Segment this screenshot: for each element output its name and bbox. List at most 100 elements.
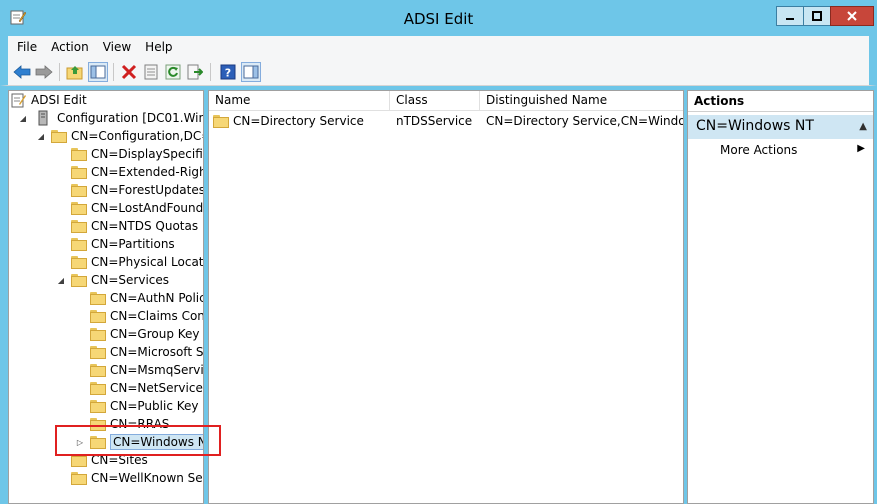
close-icon: [847, 11, 857, 21]
properties-icon: [144, 64, 158, 80]
menu-help[interactable]: Help: [145, 40, 172, 54]
expanded-triangle-icon[interactable]: ◢: [17, 114, 29, 123]
tree-item[interactable]: CN=AuthN Policy: [90, 289, 203, 307]
tree-item-configuration[interactable]: ◢ CN=Configuration,DC=V: [35, 127, 203, 145]
help-button[interactable]: ?: [218, 62, 238, 82]
tree-item[interactable]: CN=WellKnown Secu: [71, 469, 203, 487]
tree-label: CN=DisplaySpecifiers: [91, 147, 203, 161]
folder-icon: [90, 399, 106, 413]
actions-section-label: CN=Windows NT: [696, 118, 814, 134]
tree-item-services[interactable]: ◢ CN=Services: [55, 271, 169, 289]
tree-item[interactable]: CN=MsmqService: [90, 361, 204, 379]
folder-icon: [71, 147, 87, 161]
list-cell-dn: CN=Directory Service,CN=Windows N: [486, 114, 683, 128]
close-button[interactable]: [830, 6, 874, 26]
minimize-button[interactable]: [776, 6, 804, 26]
folder-icon: [71, 273, 87, 287]
svg-text:?: ?: [225, 67, 231, 80]
tree-label: Configuration [DC01.Windo: [57, 111, 203, 125]
submenu-arrow-icon: ▶: [857, 143, 865, 154]
tree-item[interactable]: CN=Partitions: [71, 235, 175, 253]
folder-icon: [71, 219, 87, 233]
folder-icon: [90, 309, 106, 323]
tree-item[interactable]: CN=ForestUpdates: [71, 181, 203, 199]
tree-label: CN=Public Key Se: [110, 399, 203, 413]
tree-item[interactable]: CN=Sites: [71, 451, 148, 469]
tree-item[interactable]: CN=Claims Confi: [90, 307, 204, 325]
console-tree[interactable]: ADSI Edit ◢ Configuration [DC01.Windo ◢ …: [8, 90, 204, 504]
folder-icon: [71, 237, 87, 251]
refresh-button[interactable]: [163, 62, 183, 82]
collapsed-triangle-icon[interactable]: ▷: [74, 438, 86, 447]
list-cell-class: nTDSService: [396, 114, 473, 128]
actions-section-header[interactable]: CN=Windows NT ▲: [688, 115, 873, 139]
server-icon: [38, 110, 48, 126]
more-actions-item[interactable]: More Actions ▶: [688, 141, 873, 161]
actions-header: Actions: [688, 91, 873, 112]
show-hide-console-tree-button[interactable]: [88, 62, 108, 82]
tree-item[interactable]: CN=NetServices: [90, 379, 204, 397]
expanded-triangle-icon[interactable]: ◢: [35, 132, 47, 141]
tree-label: CN=Partitions: [91, 237, 175, 251]
show-hide-action-pane-icon: [243, 65, 259, 79]
tree-item[interactable]: CN=DisplaySpecifiers: [71, 145, 203, 163]
tree-item-root[interactable]: ADSI Edit: [11, 91, 87, 109]
collapse-up-icon[interactable]: ▲: [859, 121, 867, 132]
show-hide-action-pane-button[interactable]: [241, 62, 261, 82]
menu-file[interactable]: File: [17, 40, 37, 54]
tree-label: CN=Microsoft SP: [110, 345, 204, 359]
column-header-name[interactable]: Name: [209, 91, 390, 111]
list-header: Name Class Distinguished Name: [209, 91, 683, 111]
title-bar: ADSI Edit: [0, 0, 877, 36]
adsi-edit-icon: [11, 93, 26, 108]
tree-item[interactable]: CN=NTDS Quotas: [71, 217, 198, 235]
column-header-dn[interactable]: Distinguished Name: [480, 91, 683, 111]
folder-icon: [90, 291, 106, 305]
tree-label: ADSI Edit: [31, 93, 87, 107]
column-header-class[interactable]: Class: [390, 91, 480, 111]
tree-item[interactable]: CN=Microsoft SP: [90, 343, 204, 361]
minimize-icon: [786, 18, 794, 20]
export-list-button[interactable]: [185, 62, 205, 82]
show-hide-tree-icon: [90, 65, 106, 79]
folder-icon: [90, 417, 106, 431]
folder-icon: [213, 114, 229, 128]
tree-label: CN=NetServices: [110, 381, 204, 395]
tree-label: CN=MsmqService: [110, 363, 204, 377]
tree-item[interactable]: CN=Group Key D: [90, 325, 203, 343]
folder-icon: [71, 255, 87, 269]
actions-pane: Actions CN=Windows NT ▲ More Actions ▶: [687, 90, 874, 504]
list-row[interactable]: CN=Directory Service nTDSService CN=Dire…: [209, 111, 683, 131]
tree-label: CN=RRAS: [110, 417, 170, 431]
tree-item[interactable]: CN=RRAS: [90, 415, 169, 433]
tree-label: CN=Claims Confi: [110, 309, 204, 323]
properties-button[interactable]: [141, 62, 161, 82]
tree-label: CN=NTDS Quotas: [91, 219, 199, 233]
forward-button[interactable]: [34, 62, 54, 82]
up-one-level-button[interactable]: [65, 62, 85, 82]
folder-icon: [90, 363, 106, 377]
list-cell-name: CN=Directory Service: [213, 111, 388, 131]
forward-arrow-icon: [35, 65, 53, 79]
tree-item[interactable]: CN=LostAndFoundC: [71, 199, 203, 217]
refresh-icon: [165, 64, 181, 80]
folder-icon: [90, 327, 106, 341]
maximize-button[interactable]: [803, 6, 831, 26]
folder-icon: [71, 183, 87, 197]
folder-icon: [71, 453, 87, 467]
tree-item[interactable]: CN=Public Key Se: [90, 397, 203, 415]
expanded-triangle-icon[interactable]: ◢: [55, 276, 67, 285]
help-icon: ?: [220, 64, 236, 80]
delete-button[interactable]: [119, 62, 139, 82]
tree-item[interactable]: CN=Physical Locatio: [71, 253, 203, 271]
tree-item-connection[interactable]: ◢ Configuration [DC01.Windo: [17, 109, 203, 127]
tree-item[interactable]: CN=Extended-Rights: [71, 163, 203, 181]
export-list-icon: [187, 64, 203, 80]
menu-action[interactable]: Action: [51, 40, 89, 54]
results-pane[interactable]: Name Class Distinguished Name CN=Directo…: [208, 90, 684, 504]
up-folder-icon: [66, 66, 83, 80]
back-button[interactable]: [12, 62, 32, 82]
folder-icon: [90, 345, 106, 359]
menu-view[interactable]: View: [103, 40, 131, 54]
tree-item-windows-nt[interactable]: ▷ CN=Windows NT: [74, 433, 203, 451]
